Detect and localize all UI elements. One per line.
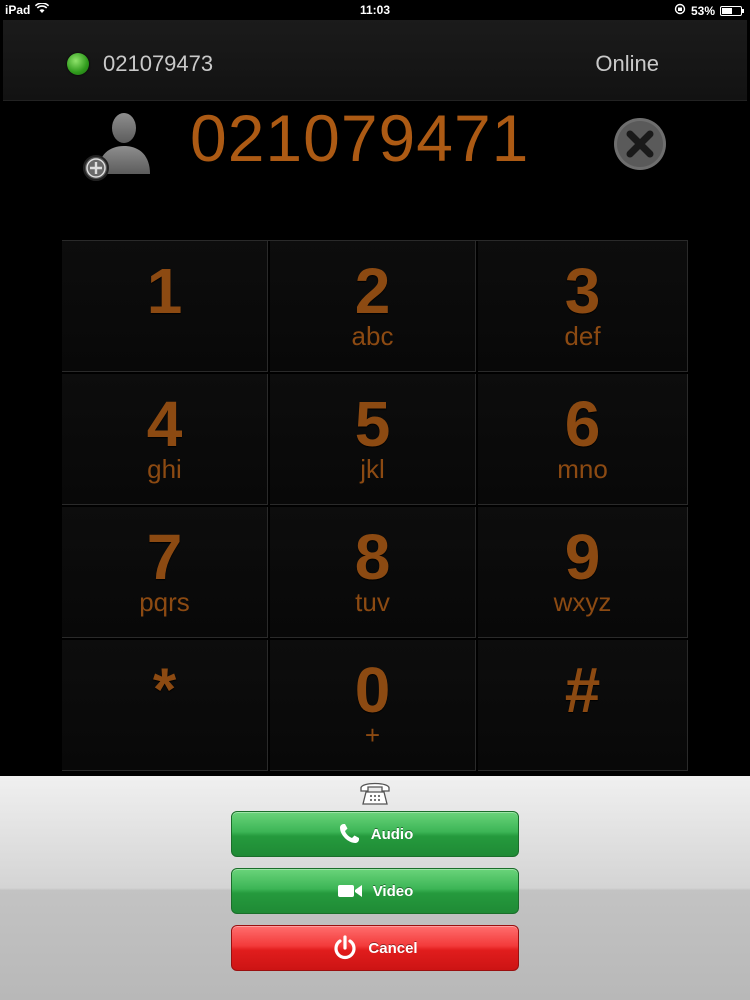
audio-label: Audio [370, 825, 414, 843]
key-digit: 0 [354, 654, 391, 726]
key-3[interactable]: 3 def [478, 241, 688, 372]
key-letters: jkl [360, 454, 385, 484]
key-digit: 1 [146, 255, 183, 327]
cancel-label: Cancel [368, 939, 418, 957]
key-1[interactable]: 1 [62, 241, 268, 372]
audio-call-button[interactable]: Audio [231, 811, 519, 857]
video-camera-icon [337, 882, 363, 900]
key-2[interactable]: 2 abc [270, 241, 476, 372]
number-display: 021079471 [80, 100, 690, 181]
key-5[interactable]: 5 jkl [270, 374, 476, 505]
key-star[interactable]: * [62, 640, 268, 771]
key-digit: 2 [354, 255, 391, 327]
telephone-icon [358, 779, 392, 807]
status-bar: iPad 11:03 53% [0, 0, 750, 20]
lock-rotation-icon [674, 3, 686, 18]
key-8[interactable]: 8 tuv [270, 507, 476, 638]
key-letters: ghi [147, 454, 182, 484]
key-9[interactable]: 9 wxyz [478, 507, 688, 638]
presence-indicator-icon [67, 53, 89, 75]
account-header: 021079473 Online [3, 20, 747, 101]
key-6[interactable]: 6 mno [478, 374, 688, 505]
key-digit: 4 [146, 388, 183, 460]
dialed-number: 021079471 [190, 101, 530, 175]
cancel-button[interactable]: Cancel [231, 925, 519, 971]
battery-percent: 53% [690, 3, 715, 18]
key-letters: mno [557, 454, 608, 484]
add-contact-icon[interactable] [82, 108, 162, 186]
key-digit: 9 [564, 521, 601, 593]
key-digit: # [564, 654, 601, 726]
video-call-button[interactable]: Video [231, 868, 519, 914]
key-0[interactable]: 0 + [270, 640, 476, 771]
key-letters: + [364, 720, 381, 750]
presence-status: Online [595, 51, 659, 76]
key-letters: abc [351, 321, 394, 351]
keypad: 1 2 abc 3 def 4 ghi 5 jkl 6 mno 7 pqrs 8… [62, 240, 688, 777]
key-letters: tuv [355, 587, 390, 617]
key-digit: * [152, 656, 177, 723]
key-letters: def [564, 321, 601, 351]
key-digit: 6 [564, 388, 601, 460]
phone-handset-icon [337, 822, 361, 846]
video-label: Video [372, 882, 414, 900]
key-4[interactable]: 4 ghi [62, 374, 268, 505]
key-digit: 8 [354, 521, 391, 593]
key-letters: pqrs [139, 587, 190, 617]
power-icon [332, 935, 358, 961]
key-letters: wxyz [553, 587, 612, 617]
account-number: 021079473 [103, 51, 214, 76]
key-digit: 5 [354, 388, 391, 460]
clock: 11:03 [359, 3, 391, 17]
call-action-sheet: Audio Video Cancel [0, 776, 750, 1000]
key-hash[interactable]: # [478, 640, 688, 771]
battery-icon [720, 5, 744, 16]
key-digit: 3 [564, 255, 601, 327]
clear-icon[interactable] [612, 116, 668, 172]
key-digit: 7 [146, 521, 183, 593]
key-7[interactable]: 7 pqrs [62, 507, 268, 638]
